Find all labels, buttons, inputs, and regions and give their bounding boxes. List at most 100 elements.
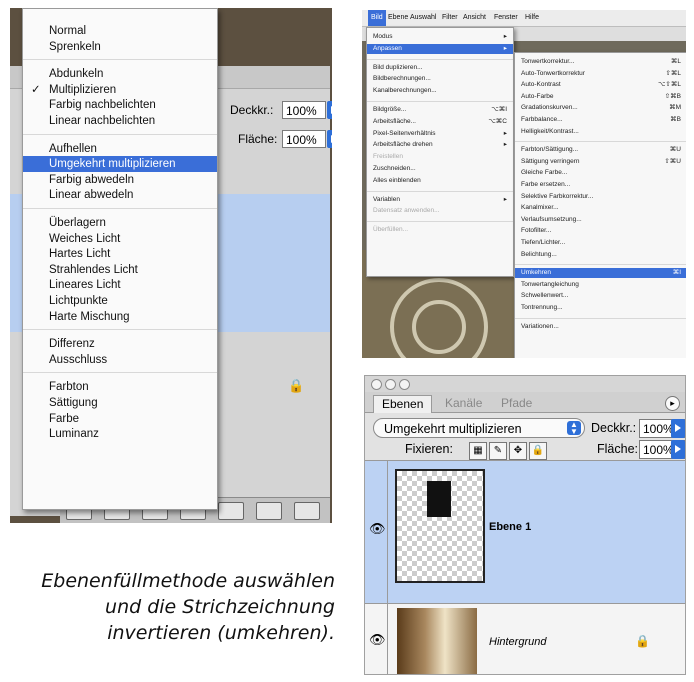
menu-item-label: Farbton/Sättigung... (521, 146, 579, 154)
menu-item[interactable]: Umgekehrt multiplizieren (23, 156, 217, 173)
palette-menu-icon[interactable]: ▸ (665, 396, 680, 411)
menu-item[interactable]: Linear nachbelichten (23, 113, 217, 129)
menu-item[interactable]: Belichtung... (515, 250, 686, 260)
menu-item-label: Zuschneiden... (373, 165, 416, 172)
menu-item[interactable]: Anpassen ▸ (367, 43, 513, 54)
menu-item[interactable]: Pixel-Seitenverhältnis ▸ (367, 129, 513, 139)
menu-item-label: Modus (373, 33, 393, 40)
menu-item[interactable]: Gleiche Farbe... (515, 168, 686, 178)
eye-icon[interactable]: 👁 (369, 521, 386, 537)
tab-ebenen[interactable]: Ebenen (373, 395, 433, 413)
menu-item[interactable]: Farbe ersetzen... (515, 180, 686, 190)
menu-item[interactable]: Bildgröße... ⌥⌘I (367, 105, 513, 115)
opacity-field[interactable]: 100% (282, 101, 326, 119)
menu-item[interactable]: Abdunkeln (23, 66, 217, 82)
menu-item[interactable]: Helligkeit/Kontrast... (515, 127, 686, 137)
menu-item[interactable]: Luminanz (23, 426, 217, 442)
menu-bar-item[interactable]: Filter (442, 10, 458, 26)
menu-bar-item[interactable]: Fenster (494, 10, 518, 26)
shortcut-label: ▸ (503, 141, 507, 149)
menu-item[interactable]: Differenz (23, 336, 217, 352)
menu-item[interactable]: Kanalberechnungen... (367, 86, 513, 96)
menu-item[interactable]: Farbig abwedeln (23, 172, 217, 188)
stepper-icon[interactable]: ▲ ▼ (567, 421, 581, 436)
zoom-button[interactable] (399, 379, 410, 390)
menu-item[interactable]: Hartes Licht (23, 246, 217, 262)
menu-item[interactable]: Selektive Farbkorrektur... (515, 192, 686, 202)
menu-item[interactable]: Tiefen/Lichter... (515, 238, 686, 248)
menu-item[interactable]: Normal (23, 23, 217, 39)
lock-paint-icon[interactable]: ✎ (489, 442, 507, 460)
menu-item[interactable]: Ausschluss (23, 352, 217, 368)
fill-arrow-button[interactable] (327, 130, 332, 148)
menu-bar-item[interactable]: Ansicht (463, 10, 486, 26)
menu-item[interactable]: Umkehren ⌘I (515, 268, 686, 279)
menu-item[interactable]: Verlaufsumsetzung... (515, 215, 686, 225)
image-menu[interactable]: Modus ▸ Anpassen ▸ Bild duplizieren... Bildbe… (366, 27, 514, 277)
menu-bar-item[interactable]: Auswahl (410, 10, 436, 26)
menu-bar-item[interactable]: Ebene (388, 10, 408, 26)
menu-item[interactable]: Bildberechnungen... (367, 74, 513, 84)
blend-mode-select[interactable]: Umgekehrt multiplizieren ▲ ▼ (373, 418, 585, 438)
layer-row-ebene-1[interactable]: 👁 Ebene 1 (365, 460, 685, 603)
menu-item[interactable]: Modus ▸ (367, 32, 513, 42)
menu-item[interactable]: Variationen... (515, 322, 686, 332)
close-button[interactable] (371, 379, 382, 390)
menu-item-label: Sprenkeln (49, 40, 101, 53)
menu-item[interactable]: Alles einblenden (367, 176, 513, 186)
minimize-button[interactable] (385, 379, 396, 390)
menu-item[interactable]: Harte Mischung (23, 309, 217, 325)
lock-all-icon[interactable]: 🔒 (529, 442, 547, 460)
menu-item[interactable]: Strahlendes Licht (23, 262, 217, 278)
menu-item[interactable]: Gradationskurven... ⌘M (515, 103, 686, 113)
menu-item-label: Bildgröße... (373, 106, 407, 113)
new-group-icon[interactable] (218, 502, 244, 520)
menu-item[interactable]: Farbton/Sättigung... ⌘U (515, 145, 686, 155)
opacity-arrow-button[interactable] (671, 419, 685, 438)
menu-item[interactable]: Weiches Licht (23, 231, 217, 247)
menu-item[interactable]: Lichtpunkte (23, 293, 217, 309)
menu-item[interactable]: Tonwertangleichung (515, 280, 686, 290)
menu-item[interactable]: Sättigung (23, 395, 217, 411)
lock-move-icon[interactable]: ✥ (509, 442, 527, 460)
menu-item[interactable]: Arbeitsfläche... ⌥⌘C (367, 117, 513, 127)
fill-arrow-button[interactable] (671, 440, 685, 459)
menu-item[interactable]: ✓ Multiplizieren (23, 82, 217, 98)
menu-item[interactable]: Lineares Licht (23, 277, 217, 293)
menu-item[interactable]: Arbeitsfläche drehen ▸ (367, 140, 513, 150)
menu-item[interactable]: Linear abwedeln (23, 187, 217, 203)
trash-icon[interactable] (294, 502, 320, 520)
menu-item[interactable]: Schwellenwert... (515, 291, 686, 301)
menu-item[interactable]: Farbton (23, 379, 217, 395)
fill-field[interactable]: 100% (282, 130, 326, 148)
menu-item[interactable]: Bild duplizieren... (367, 63, 513, 73)
menu-item[interactable]: Tonwertkorrektur... ⌘L (515, 57, 686, 67)
menu-item[interactable]: Aufhellen (23, 141, 217, 157)
menu-item[interactable]: Auto-Tonwertkorrektur ⇧⌘L (515, 69, 686, 79)
new-layer-icon[interactable] (256, 502, 282, 520)
adjust-submenu[interactable]: Tonwertkorrektur... ⌘L Auto-Tonwertkorrekt… (514, 52, 686, 358)
opacity-arrow-button[interactable] (327, 101, 332, 119)
menu-item[interactable]: Auto-Kontrast ⌥⇧⌘L (515, 80, 686, 90)
blend-mode-menu[interactable]: Normal Sprenkeln Abdunkeln ✓ Multiplizieren F… (22, 8, 218, 510)
menu-item[interactable]: Kanalmixer... (515, 203, 686, 213)
menu-item[interactable]: Überlagern (23, 215, 217, 231)
menu-item[interactable]: Zuschneiden... (367, 164, 513, 174)
tab-kanaele[interactable]: Kanäle (437, 395, 490, 412)
lock-transparency-icon[interactable]: ▦ (469, 442, 487, 460)
menu-bar-item[interactable]: Bild (368, 10, 386, 26)
menu-item[interactable]: Sättigung verringern ⇧⌘U (515, 157, 686, 167)
menu-item[interactable]: Farbe (23, 411, 217, 427)
layer-name: Ebene 1 (489, 521, 532, 533)
menu-item[interactable]: Tontrennung... (515, 303, 686, 313)
layer-row-hintergrund[interactable]: 👁 Hintergrund 🔒 (365, 603, 685, 674)
menu-item[interactable]: Auto-Farbe ⇧⌘B (515, 92, 686, 102)
eye-icon[interactable]: 👁 (369, 632, 386, 648)
menu-bar-item[interactable]: Hilfe (525, 10, 539, 26)
menu-item[interactable]: Sprenkeln (23, 39, 217, 55)
menu-item[interactable]: Fotofilter... (515, 226, 686, 236)
menu-item[interactable]: Variablen ▸ (367, 195, 513, 205)
tab-pfade[interactable]: Pfade (493, 395, 540, 412)
menu-item[interactable]: Farbig nachbelichten (23, 97, 217, 113)
menu-item[interactable]: Farbbalance... ⌘B (515, 115, 686, 125)
